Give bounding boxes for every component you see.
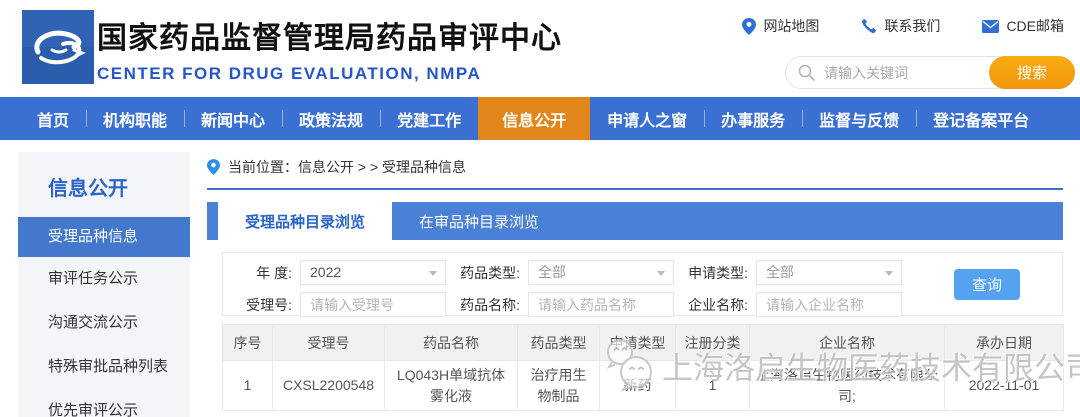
location-pin-icon [742,18,756,35]
filter-grid: 年 度: 2022 药品类型: 全部 申请类型: 全部 [223,260,1062,317]
table-header-row: 序号 受理号 药品名称 药品类型 申请类型 注册分类 企业名称 承办日期 [223,325,1064,361]
contact-label: 联系我们 [884,16,940,36]
year-label: 年 度: [223,263,300,283]
nav-item-services[interactable]: 办事服务 [704,97,802,140]
drug-name-label: 药品名称: [446,295,528,315]
cell-reg-class: 1 [676,361,750,411]
company-name-input[interactable] [756,292,902,317]
phone-icon [861,18,877,34]
cde-logo-icon [22,10,94,84]
nav-item-party[interactable]: 党建工作 [380,97,478,140]
chevron-down-icon [885,271,893,276]
nav-item-supervision[interactable]: 监督与反馈 [802,97,916,140]
col-seq: 序号 [223,325,273,361]
search-button[interactable]: 搜索 [989,56,1075,89]
acceptance-no-label: 受理号: [223,295,300,315]
sidebar-title: 信息公开 [18,152,190,217]
results-table: 序号 受理号 药品名称 药品类型 申请类型 注册分类 企业名称 承办日期 1 C… [222,324,1064,411]
chevron-down-icon [657,271,665,276]
site-header: 国家药品监督管理局药品审评中心 CENTER FOR DRUG EVALUATI… [0,0,1080,97]
main-nav: 首页 机构职能 新闻中心 政策法规 党建工作 信息公开 申请人之窗 办事服务 监… [0,97,1080,140]
col-date: 承办日期 [945,325,1064,361]
site-subtitle: CENTER FOR DRUG EVALUATION, NMPA [97,64,562,84]
nav-item-home[interactable]: 首页 [20,97,86,140]
drug-type-value: 全部 [538,264,566,280]
breadcrumb-text: 当前位置：信息公开 > > 受理品种信息 [228,157,466,177]
contact-link[interactable]: 联系我们 [861,16,940,36]
nav-item-functions[interactable]: 机构职能 [86,97,184,140]
main-panel: 当前位置：信息公开 > > 受理品种信息 受理品种目录浏览 在审品种目录浏览 年… [207,140,1063,417]
col-acceptance-no: 受理号 [273,325,385,361]
tab-under-review-catalog[interactable]: 在审品种目录浏览 [392,202,566,240]
cell-date: 2022-11-01 [945,361,1064,411]
catalog-tabs: 受理品种目录浏览 在审品种目录浏览 [207,202,1063,240]
nav-item-news[interactable]: 新闻中心 [184,97,282,140]
breadcrumb: 当前位置：信息公开 > > 受理品种信息 [207,157,1063,190]
col-reg-class: 注册分类 [676,325,750,361]
sitemap-label: 网站地图 [763,16,819,36]
cell-drug-name: LQ043H单域抗体雾化液 [385,361,518,411]
nav-item-info-disclosure[interactable]: 信息公开 [478,97,590,140]
content-area: 信息公开 受理品种信息 审评任务公示 沟通交流公示 特殊审批品种列表 优先审评公… [0,140,1080,417]
col-company: 企业名称 [750,325,945,361]
sidebar-item-review-tasks[interactable]: 审评任务公示 [18,257,190,301]
chevron-down-icon [429,271,437,276]
col-drug-type: 药品类型 [518,325,600,361]
search-icon [798,64,815,81]
sidebar-item-special-approval[interactable]: 特殊审批品种列表 [18,345,190,389]
sitemap-link[interactable]: 网站地图 [742,16,819,36]
quick-links: 网站地图 联系我们 CDE邮箱 [742,16,1064,36]
year-select[interactable]: 2022 [300,260,446,285]
table-row[interactable]: 1 CXSL2200548 LQ043H单域抗体雾化液 治疗用生物制品 新药 1… [223,361,1064,411]
drug-name-input[interactable] [528,292,674,317]
filter-panel: 年 度: 2022 药品类型: 全部 申请类型: 全部 [222,252,1063,316]
col-apply-type: 申请类型 [600,325,676,361]
cde-page: 国家药品监督管理局药品审评中心 CENTER FOR DRUG EVALUATI… [0,0,1080,417]
site-search: 搜索 [785,56,1075,89]
sidebar-item-communication[interactable]: 沟通交流公示 [18,301,190,345]
cell-drug-type: 治疗用生物制品 [518,361,600,411]
sidebar: 信息公开 受理品种信息 审评任务公示 沟通交流公示 特殊审批品种列表 优先审评公… [18,152,190,417]
nav-item-policies[interactable]: 政策法规 [282,97,380,140]
mailbox-label: CDE邮箱 [1006,16,1064,36]
site-title: 国家药品监督管理局药品审评中心 [97,13,562,57]
sidebar-item-priority-review[interactable]: 优先审评公示 [18,389,190,417]
brand-block: 国家药品监督管理局药品审评中心 CENTER FOR DRUG EVALUATI… [97,13,562,84]
tab-accepted-catalog[interactable]: 受理品种目录浏览 [218,202,392,240]
apply-type-label: 申请类型: [674,263,756,283]
cell-company: 上海洛启生物医药技术有限公司; [750,361,945,411]
apply-type-value: 全部 [766,264,794,280]
year-value: 2022 [310,264,341,280]
sidebar-item-accepted-varieties[interactable]: 受理品种信息 [18,217,190,257]
cell-seq: 1 [223,361,273,411]
drug-type-label: 药品类型: [446,263,528,283]
drug-type-select[interactable]: 全部 [528,260,674,285]
company-name-label: 企业名称: [674,295,756,315]
query-button[interactable]: 查询 [954,269,1020,300]
envelope-icon [982,20,999,33]
nav-item-applicant-window[interactable]: 申请人之窗 [590,97,704,140]
cde-logo [22,10,94,84]
breadcrumb-pin-icon [207,159,220,175]
nav-item-registration-platform[interactable]: 登记备案平台 [916,97,1046,140]
acceptance-no-input[interactable] [300,292,446,317]
cell-apply-type: 新药 [600,361,676,411]
col-drug-name: 药品名称 [385,325,518,361]
apply-type-select[interactable]: 全部 [756,260,902,285]
cell-acceptance-no: CXSL2200548 [273,361,385,411]
mailbox-link[interactable]: CDE邮箱 [982,16,1064,36]
